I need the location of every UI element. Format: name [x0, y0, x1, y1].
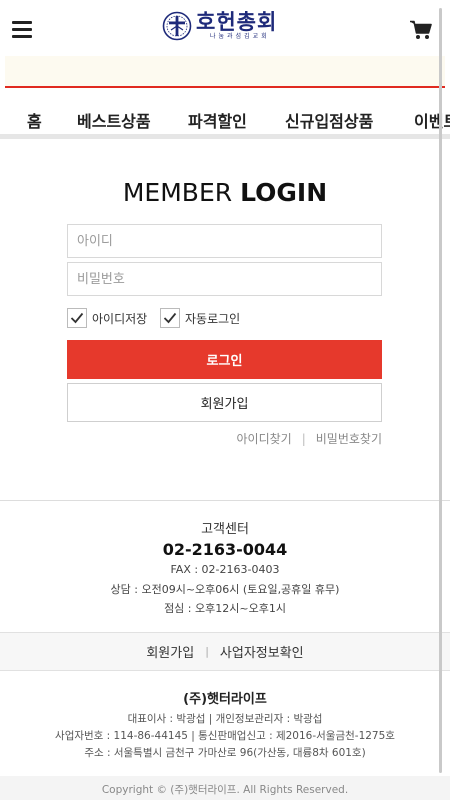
shopping-cart-icon[interactable] [410, 20, 432, 40]
save-id-checkbox[interactable]: 아이디저장 [67, 308, 147, 328]
password-input[interactable] [67, 262, 382, 296]
footer-links: 회원가입 | 사업자정보확인 [0, 632, 450, 671]
customer-center-fax: FAX : 02-2163-0403 [170, 563, 280, 576]
page-title-bold: LOGIN [240, 178, 328, 207]
customer-center-hours: 상담 : 오전09시~오후06시 (토요일,공휴일 휴무) [110, 583, 340, 596]
customer-center-title: 고객센터 [201, 522, 249, 537]
nav-item-new[interactable]: 신규입점상품 [285, 108, 373, 132]
link-separator: | [301, 431, 306, 446]
join-button[interactable]: 회원가입 [67, 383, 382, 422]
checkmark-icon[interactable] [67, 308, 87, 328]
category-nav: 홈 베스트상품 파격할인 신규입점상품 이벤트 [0, 97, 450, 139]
copyright: Copyright © (주)햇터라이프. All Rights Reserve… [0, 776, 450, 800]
page-title: MEMBER LOGIN [0, 178, 450, 207]
company-address: 주소 : 서울특별시 금천구 가마산로 96(가산동, 대륭8차 601호) [84, 747, 366, 759]
notice-bar [5, 56, 445, 88]
login-button[interactable]: 로그인 [67, 340, 382, 379]
nav-item-best[interactable]: 베스트상품 [77, 108, 151, 132]
logo-title: 호헌총회 [196, 9, 278, 34]
nav-item-home[interactable]: 홈 [27, 108, 42, 132]
find-password-link[interactable]: 비밀번호찾기 [316, 430, 382, 447]
cross-emblem-icon [162, 11, 192, 41]
customer-center-phone[interactable]: 02-2163-0044 [0, 540, 450, 559]
id-input[interactable] [67, 224, 382, 258]
nav-item-event[interactable]: 이벤트 [414, 108, 450, 132]
hamburger-icon[interactable] [12, 21, 32, 39]
checkmark-icon[interactable] [160, 308, 180, 328]
find-id-link[interactable]: 아이디찾기 [237, 430, 292, 447]
company-registration-info: 사업자번호 : 114-86-44145 | 통신판매업신고 : 제2016-서… [55, 730, 395, 742]
header: 호헌총회 나눔과섬김교회 [0, 0, 450, 56]
company-ceo-info: 대표이사 : 박광섭 | 개인정보관리자 : 박광섭 [127, 713, 323, 725]
find-account-links: 아이디찾기 | 비밀번호찾기 [237, 430, 383, 447]
logo[interactable]: 호헌총회 나눔과섬김교회 [162, 8, 277, 44]
footer-link-separator: | [205, 645, 209, 658]
auto-login-checkbox[interactable]: 자동로그인 [160, 308, 240, 328]
footer-join-link[interactable]: 회원가입 [146, 642, 194, 661]
nav-item-discount[interactable]: 파격할인 [188, 108, 247, 132]
divider [0, 500, 450, 501]
logo-subtitle: 나눔과섬김교회 [210, 33, 270, 40]
business-info-link[interactable]: 사업자정보확인 [220, 642, 304, 661]
auto-login-label: 자동로그인 [185, 311, 241, 326]
scrollbar[interactable] [439, 8, 442, 773]
page-title-light: MEMBER [122, 178, 233, 207]
company-name: (주)햇터라이프 [183, 692, 267, 707]
save-id-label: 아이디저장 [92, 311, 148, 326]
customer-center-lunch: 점심 : 오후12시~오후1시 [164, 602, 286, 615]
